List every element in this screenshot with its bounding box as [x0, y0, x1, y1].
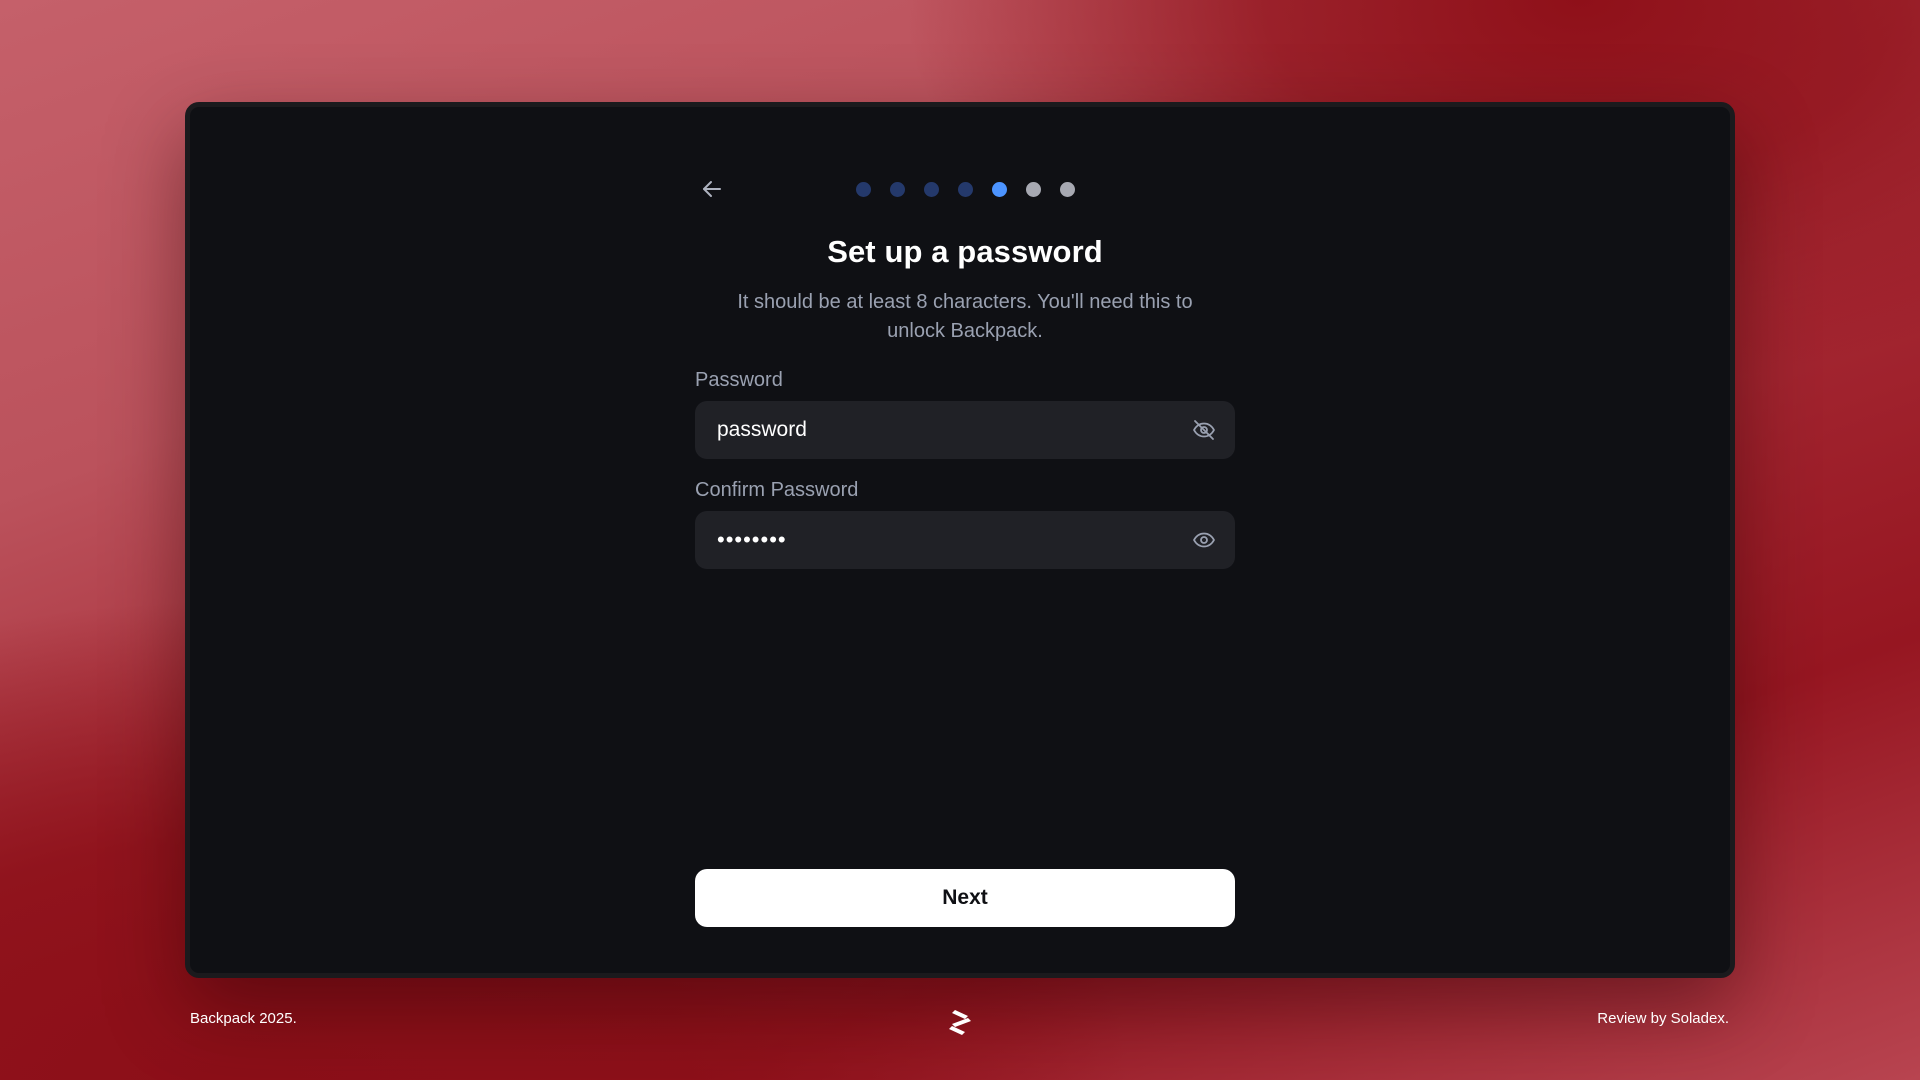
- eye-icon: [1193, 532, 1215, 548]
- step-dot-upcoming: [1025, 181, 1041, 197]
- password-value: password: [717, 418, 807, 441]
- footer-credit: Review by Soladex.: [1597, 1010, 1729, 1027]
- confirm-password-field[interactable]: ••••••••: [695, 511, 1235, 569]
- eye-off-icon: [1193, 420, 1215, 440]
- onboarding-panel: Set up a password It should be at least …: [695, 107, 1235, 973]
- confirm-password-label: Confirm Password: [695, 479, 859, 501]
- app-window: Set up a password It should be at least …: [185, 102, 1735, 978]
- password-visibility-toggle[interactable]: [1189, 415, 1219, 445]
- next-button[interactable]: Next: [695, 869, 1235, 927]
- footer-copyright: Backpack 2025.: [190, 1010, 297, 1027]
- step-dot-completed: [855, 181, 871, 197]
- step-dot-completed: [957, 181, 973, 197]
- password-field[interactable]: password: [695, 401, 1235, 459]
- page-title: Set up a password: [827, 234, 1103, 269]
- page-subtitle: It should be at least 8 characters. You'…: [737, 291, 1193, 342]
- confirm-password-value: ••••••••: [717, 527, 787, 552]
- step-dot-completed: [889, 181, 905, 197]
- step-dot-completed: [923, 181, 939, 197]
- progress-stepper: [695, 179, 1235, 199]
- confirm-password-visibility-toggle[interactable]: [1189, 525, 1219, 555]
- soladex-logo-icon: [949, 1010, 971, 1035]
- step-dot-active: [991, 181, 1007, 197]
- password-label: Password: [695, 369, 783, 391]
- step-dot-upcoming: [1059, 181, 1075, 197]
